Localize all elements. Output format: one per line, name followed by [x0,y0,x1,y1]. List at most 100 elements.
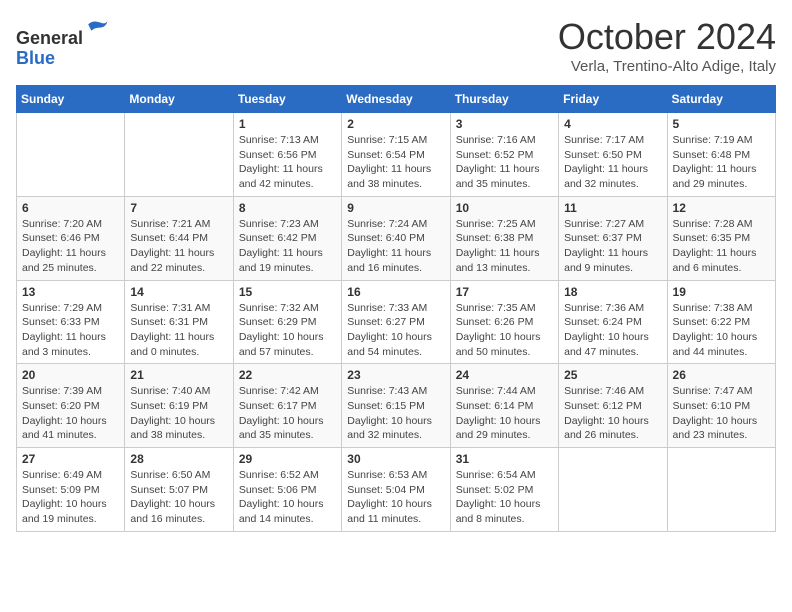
calendar-cell: 3 Sunrise: 7:16 AM Sunset: 6:52 PM Daylig… [450,113,558,197]
day-header-monday: Monday [125,86,233,113]
calendar-cell: 19Sunrise: 7:38 AM Sunset: 6:22 PM Dayli… [667,280,775,364]
day-number: 4 [564,117,661,131]
calendar-cell [559,448,667,532]
day-info: Sunrise: 7:35 AM Sunset: 6:26 PM Dayligh… [456,301,553,360]
day-header-friday: Friday [559,86,667,113]
calendar-cell: 13 Sunrise: 7:29 AM Sunset: 6:33 PM Dayli… [17,280,125,364]
calendar-cell: 16 Sunrise: 7:33 AM Sunset: 6:27 PM Dayli… [342,280,450,364]
calendar-cell: 31 Sunrise: 6:54 AM Sunset: 5:02 PM Dayli… [450,448,558,532]
calendar-cell: 11 Sunrise: 7:27 AM Sunset: 6:37 PM Dayli… [559,196,667,280]
day-number: 21 [130,368,227,382]
day-info: Sunrise: 7:43 AM Sunset: 6:15 PM Dayligh… [347,384,444,443]
calendar-cell: 7 Sunrise: 7:21 AM Sunset: 6:44 PM Daylig… [125,196,233,280]
month-title: October 2024 [558,16,776,58]
calendar-cell: 17 Sunrise: 7:35 AM Sunset: 6:26 PM Dayli… [450,280,558,364]
calendar-cell: 28Sunrise: 6:50 AM Sunset: 5:07 PM Dayli… [125,448,233,532]
day-info: Sunrise: 7:28 AM Sunset: 6:35 PM Dayligh… [673,217,770,276]
day-info: Sunrise: 6:50 AM Sunset: 5:07 PM Dayligh… [130,468,227,527]
day-info: Sunrise: 7:38 AM Sunset: 6:22 PM Dayligh… [673,301,770,360]
calendar-cell: 25Sunrise: 7:46 AM Sunset: 6:12 PM Dayli… [559,364,667,448]
location-subtitle: Verla, Trentino-Alto Adige, Italy [558,58,776,75]
page-header: General Blue October 2024 Verla, Trentin… [16,16,776,75]
day-info: Sunrise: 7:23 AM Sunset: 6:42 PM Dayligh… [239,217,336,276]
day-info: Sunrise: 7:19 AM Sunset: 6:48 PM Dayligh… [673,133,770,192]
calendar-cell: 15 Sunrise: 7:32 AM Sunset: 6:29 PM Dayli… [233,280,341,364]
day-number: 10 [456,201,553,215]
calendar-cell: 14Sunrise: 7:31 AM Sunset: 6:31 PM Dayli… [125,280,233,364]
day-number: 22 [239,368,336,382]
day-number: 30 [347,452,444,466]
day-number: 15 [239,285,336,299]
day-number: 18 [564,285,661,299]
calendar-cell: 30 Sunrise: 6:53 AM Sunset: 5:04 PM Dayli… [342,448,450,532]
day-info: Sunrise: 7:44 AM Sunset: 6:14 PM Dayligh… [456,384,553,443]
logo-blue: Blue [16,48,55,68]
calendar-cell: 27 Sunrise: 6:49 AM Sunset: 5:09 PM Dayli… [17,448,125,532]
day-info: Sunrise: 7:29 AM Sunset: 6:33 PM Dayligh… [22,301,119,360]
calendar-cell: 23 Sunrise: 7:43 AM Sunset: 6:15 PM Dayli… [342,364,450,448]
day-info: Sunrise: 7:32 AM Sunset: 6:29 PM Dayligh… [239,301,336,360]
calendar-cell: 24Sunrise: 7:44 AM Sunset: 6:14 PM Dayli… [450,364,558,448]
calendar-cell: 10 Sunrise: 7:25 AM Sunset: 6:38 PM Dayli… [450,196,558,280]
day-number: 7 [130,201,227,215]
calendar-week-row: 13 Sunrise: 7:29 AM Sunset: 6:33 PM Dayli… [17,280,776,364]
day-number: 11 [564,201,661,215]
day-info: Sunrise: 7:39 AM Sunset: 6:20 PM Dayligh… [22,384,119,443]
day-info: Sunrise: 6:53 AM Sunset: 5:04 PM Dayligh… [347,468,444,527]
day-number: 1 [239,117,336,131]
calendar-table: SundayMondayTuesdayWednesdayThursdayFrid… [16,85,776,532]
day-info: Sunrise: 7:25 AM Sunset: 6:38 PM Dayligh… [456,217,553,276]
day-info: Sunrise: 7:21 AM Sunset: 6:44 PM Dayligh… [130,217,227,276]
calendar-cell: 1 Sunrise: 7:13 AM Sunset: 6:56 PM Daylig… [233,113,341,197]
logo-bird-icon [85,16,109,44]
day-info: Sunrise: 7:33 AM Sunset: 6:27 PM Dayligh… [347,301,444,360]
day-number: 9 [347,201,444,215]
day-info: Sunrise: 6:54 AM Sunset: 5:02 PM Dayligh… [456,468,553,527]
day-number: 23 [347,368,444,382]
calendar-cell: 6 Sunrise: 7:20 AM Sunset: 6:46 PM Daylig… [17,196,125,280]
day-header-wednesday: Wednesday [342,86,450,113]
day-info: Sunrise: 7:36 AM Sunset: 6:24 PM Dayligh… [564,301,661,360]
day-info: Sunrise: 7:16 AM Sunset: 6:52 PM Dayligh… [456,133,553,192]
calendar-cell: 8 Sunrise: 7:23 AM Sunset: 6:42 PM Daylig… [233,196,341,280]
day-number: 3 [456,117,553,131]
day-number: 2 [347,117,444,131]
calendar-cell: 4 Sunrise: 7:17 AM Sunset: 6:50 PM Daylig… [559,113,667,197]
calendar-cell: 18 Sunrise: 7:36 AM Sunset: 6:24 PM Dayli… [559,280,667,364]
logo-text: General Blue [16,16,109,69]
day-number: 20 [22,368,119,382]
day-info: Sunrise: 7:27 AM Sunset: 6:37 PM Dayligh… [564,217,661,276]
day-header-thursday: Thursday [450,86,558,113]
day-info: Sunrise: 7:13 AM Sunset: 6:56 PM Dayligh… [239,133,336,192]
day-number: 8 [239,201,336,215]
calendar-header-row: SundayMondayTuesdayWednesdayThursdayFrid… [17,86,776,113]
day-info: Sunrise: 6:49 AM Sunset: 5:09 PM Dayligh… [22,468,119,527]
day-info: Sunrise: 7:42 AM Sunset: 6:17 PM Dayligh… [239,384,336,443]
day-number: 29 [239,452,336,466]
day-info: Sunrise: 7:20 AM Sunset: 6:46 PM Dayligh… [22,217,119,276]
calendar-week-row: 1 Sunrise: 7:13 AM Sunset: 6:56 PM Daylig… [17,113,776,197]
day-number: 17 [456,285,553,299]
day-info: Sunrise: 7:17 AM Sunset: 6:50 PM Dayligh… [564,133,661,192]
day-number: 26 [673,368,770,382]
day-number: 5 [673,117,770,131]
day-number: 12 [673,201,770,215]
calendar-cell: 12 Sunrise: 7:28 AM Sunset: 6:35 PM Dayli… [667,196,775,280]
day-number: 13 [22,285,119,299]
day-info: Sunrise: 7:24 AM Sunset: 6:40 PM Dayligh… [347,217,444,276]
day-header-tuesday: Tuesday [233,86,341,113]
day-info: Sunrise: 7:40 AM Sunset: 6:19 PM Dayligh… [130,384,227,443]
calendar-cell: 5 Sunrise: 7:19 AM Sunset: 6:48 PM Daylig… [667,113,775,197]
day-number: 25 [564,368,661,382]
calendar-cell [667,448,775,532]
calendar-week-row: 27 Sunrise: 6:49 AM Sunset: 5:09 PM Dayli… [17,448,776,532]
day-number: 31 [456,452,553,466]
day-info: Sunrise: 7:15 AM Sunset: 6:54 PM Dayligh… [347,133,444,192]
day-header-saturday: Saturday [667,86,775,113]
day-number: 27 [22,452,119,466]
day-info: Sunrise: 7:31 AM Sunset: 6:31 PM Dayligh… [130,301,227,360]
day-number: 16 [347,285,444,299]
day-number: 6 [22,201,119,215]
calendar-cell: 29Sunrise: 6:52 AM Sunset: 5:06 PM Dayli… [233,448,341,532]
logo: General Blue [16,16,109,69]
